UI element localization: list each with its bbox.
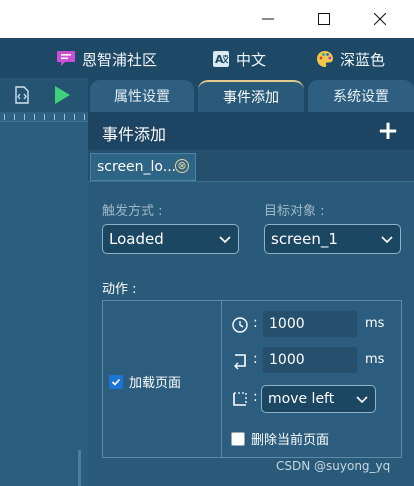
maximize-icon — [318, 13, 330, 25]
duration-colon: : — [253, 351, 258, 367]
duration-unit: ms — [365, 352, 385, 367]
watermark: CSDN @suyong_yq — [276, 459, 391, 473]
code-file-button[interactable] — [12, 85, 32, 105]
design-canvas[interactable] — [0, 122, 88, 486]
checkbox-checked-icon — [109, 374, 123, 389]
maximize-button[interactable] — [296, 0, 352, 38]
tab-add-event[interactable]: 事件添加 — [198, 80, 304, 112]
animation-colon: : — [253, 389, 258, 405]
chat-bubble-icon — [57, 51, 75, 66]
palette-icon — [317, 51, 333, 67]
animation-select[interactable]: move left — [261, 385, 376, 413]
language-selector[interactable]: A 中文 — [212, 48, 266, 70]
load-page-label: 加载页面 — [129, 376, 182, 391]
target-label: 目标对象 : — [264, 204, 325, 219]
target-select[interactable]: screen_1 — [264, 224, 401, 254]
code-file-icon — [15, 86, 29, 104]
action-config-box: 加载页面 : 1000 ms : 1000 ms : move left 删除当… — [102, 300, 402, 458]
event-tabs: screen_lo... ⊗ — [88, 150, 414, 182]
duration-input[interactable]: 1000 — [263, 347, 357, 373]
language-label: 中文 — [236, 50, 267, 69]
delete-current-page-label: 删除当前页面 — [251, 433, 330, 448]
minimize-button[interactable] — [240, 0, 296, 38]
target-value: screen_1 — [271, 230, 338, 248]
trigger-select[interactable]: Loaded — [102, 224, 239, 254]
animation-frame-icon — [229, 388, 251, 410]
checkbox-unchecked-icon — [231, 431, 245, 446]
left-toolbar — [0, 78, 88, 112]
panel-title: 事件添加 — [102, 125, 167, 144]
clock-icon — [229, 314, 251, 336]
play-icon — [55, 86, 70, 104]
window-titlebar — [0, 0, 414, 38]
run-button[interactable] — [52, 84, 72, 106]
translate-icon: A — [213, 51, 229, 67]
chevron-down-icon — [356, 396, 368, 404]
animation-value: move left — [268, 391, 335, 407]
panel-header: 事件添加 + — [88, 112, 414, 150]
horizontal-ruler — [0, 112, 88, 122]
chevron-down-icon — [219, 236, 231, 244]
theme-label: 深蓝色 — [340, 50, 386, 69]
delay-input[interactable]: 1000 — [263, 311, 357, 337]
top-menu-bar: 恩智浦社区 A 中文 深蓝色 — [0, 38, 414, 78]
community-label: 恩智浦社区 — [82, 50, 158, 69]
chevron-down-icon — [381, 236, 393, 244]
close-icon — [374, 13, 386, 25]
trigger-value: Loaded — [109, 230, 164, 248]
tab-properties[interactable]: 属性设置 — [90, 80, 194, 112]
canvas-scrollbar[interactable] — [78, 450, 81, 486]
close-circle-icon[interactable]: ⊗ — [175, 159, 189, 173]
actions-label: 动作 : — [102, 282, 137, 297]
minimize-icon — [262, 18, 274, 20]
add-event-button[interactable]: + — [376, 116, 400, 146]
theme-selector[interactable]: 深蓝色 — [316, 48, 385, 70]
event-tab-label: screen_lo... — [97, 159, 177, 175]
event-tab-screen-loaded[interactable]: screen_lo... ⊗ — [90, 153, 196, 181]
tab-system-settings[interactable]: 系统设置 — [308, 80, 414, 112]
delay-unit: ms — [365, 316, 385, 331]
delay-colon: : — [253, 315, 258, 331]
community-link[interactable]: 恩智浦社区 — [56, 48, 157, 70]
close-button[interactable] — [352, 0, 408, 38]
settings-tabs: 属性设置 事件添加 系统设置 — [88, 78, 414, 112]
delete-current-page-checkbox[interactable]: 删除当前页面 — [231, 429, 329, 448]
trigger-label: 触发方式 : — [102, 204, 163, 219]
left-canvas-panel — [0, 78, 88, 486]
load-page-checkbox[interactable]: 加载页面 — [109, 372, 181, 391]
action-divider — [221, 301, 222, 457]
return-arrow-icon — [229, 350, 251, 372]
svg-text:A: A — [215, 53, 224, 66]
event-panel: 事件添加 + screen_lo... ⊗ 触发方式 : Loaded 目标对象… — [88, 112, 414, 486]
